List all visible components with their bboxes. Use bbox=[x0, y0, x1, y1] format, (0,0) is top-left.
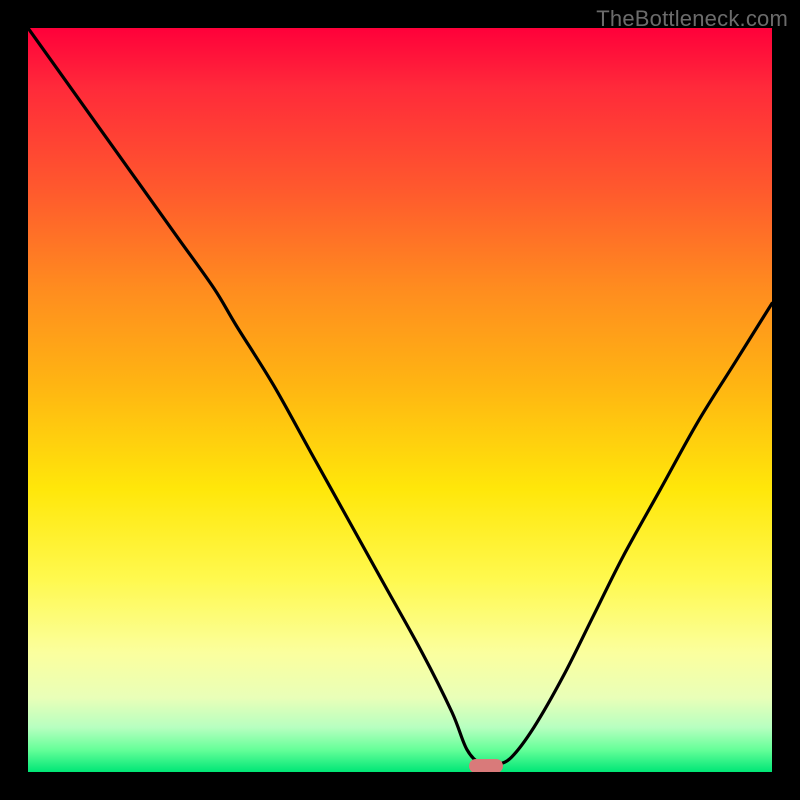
watermark-text: TheBottleneck.com bbox=[596, 6, 788, 32]
bottleneck-curve bbox=[28, 28, 772, 772]
chart-frame: TheBottleneck.com bbox=[0, 0, 800, 800]
optimal-point-marker bbox=[469, 759, 503, 772]
plot-area bbox=[28, 28, 772, 772]
